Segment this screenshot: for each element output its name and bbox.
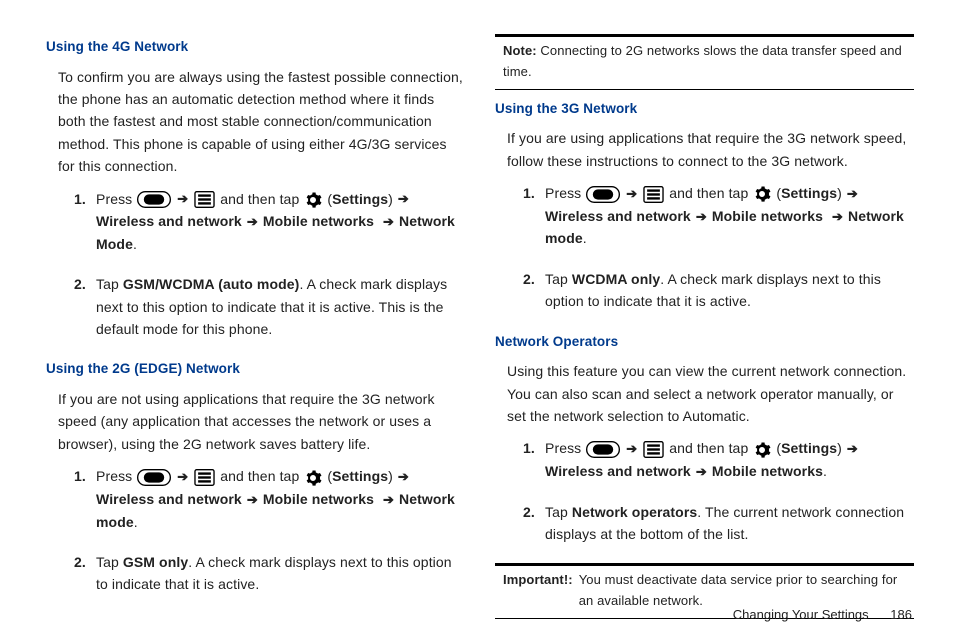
arrow-icon: ➔ [832,207,843,228]
mode-label: GSM only [123,554,188,570]
text: Press [545,185,585,201]
text: Tap [96,276,123,292]
mode-label: WCDMA only [572,271,660,287]
home-key-icon [586,186,620,203]
menu-key-icon [194,191,215,208]
gear-icon [753,185,771,203]
wireless-label: Wireless and network [96,213,242,229]
text: Press [96,191,136,207]
netops-label: Network operators [572,504,697,520]
home-key-icon [586,441,620,458]
text: Tap [545,504,572,520]
mobile-label: Mobile networks [263,213,374,229]
text: ) [388,468,397,484]
text: ) [837,440,846,456]
rule [495,34,914,37]
settings-label: Settings [781,440,837,456]
arrow-icon: ➔ [847,184,858,205]
menu-key-icon [194,469,215,486]
text: and then tap [669,185,752,201]
mobile-label: Mobile networks [712,208,823,224]
rule [495,563,914,566]
heading-3g: Using the 3G Network [495,98,914,120]
rule [495,89,914,90]
gear-icon [304,191,322,209]
left-column: Using the 4G Network To confirm you are … [46,30,465,627]
text: and then tap [220,468,303,484]
mobile-label: Mobile networks [263,491,374,507]
step-3g-2: Tap WCDMA only. A check mark displays ne… [523,268,914,313]
arrow-icon: ➔ [383,490,394,511]
text: Connecting to 2G networks slows the data… [503,43,902,79]
text: . [134,514,138,530]
step-netops-2: Tap Network operators. The current netwo… [523,501,914,546]
para-netops: Using this feature you can view the curr… [507,360,914,427]
text: and then tap [669,440,752,456]
step-4g-1: Press ➔ and then tap (Settings) ➔ Wirele… [74,188,465,256]
arrow-icon: ➔ [626,439,637,460]
step-netops-1: Press ➔ and then tap (Settings) ➔ Wirele… [523,437,914,482]
home-key-icon [137,469,171,486]
menu-key-icon [643,441,664,458]
home-key-icon [137,191,171,208]
settings-label: Settings [332,468,388,484]
step-3g-1: Press ➔ and then tap (Settings) ➔ Wirele… [523,182,914,250]
arrow-icon: ➔ [398,467,409,488]
heading-netops: Network Operators [495,331,914,353]
important-label: Important!: [503,570,573,612]
text: . [823,463,827,479]
note-text: Note: Connecting to 2G networks slows th… [495,39,914,87]
wireless-label: Wireless and network [545,463,691,479]
text: and then tap [220,191,303,207]
text: Tap [96,554,123,570]
chapter-title: Changing Your Settings [733,607,869,622]
note-label: Note: [503,43,537,58]
settings-label: Settings [781,185,837,201]
steps-4g: Press ➔ and then tap (Settings) ➔ Wirele… [46,188,465,341]
para-3g: If you are using applications that requi… [507,127,914,172]
right-column: Note: Connecting to 2G networks slows th… [495,30,914,627]
wireless-label: Wireless and network [96,491,242,507]
heading-4g: Using the 4G Network [46,36,465,58]
step-2g-1: Press ➔ and then tap (Settings) ➔ Wirele… [74,465,465,533]
arrow-icon: ➔ [177,189,188,210]
page-number: 186 [890,607,912,622]
steps-netops: Press ➔ and then tap (Settings) ➔ Wirele… [495,437,914,545]
text: ) [388,191,397,207]
text: . [133,236,137,252]
step-4g-2: Tap GSM/WCDMA (auto mode). A check mark … [74,273,465,340]
mobile-label: Mobile networks [712,463,823,479]
text: . [583,230,587,246]
step-2g-2: Tap GSM only. A check mark displays next… [74,551,465,596]
page-footer: Changing Your Settings 186 [733,607,912,622]
gear-icon [753,441,771,459]
text: ) [837,185,846,201]
steps-2g: Press ➔ and then tap (Settings) ➔ Wirele… [46,465,465,596]
heading-2g: Using the 2G (EDGE) Network [46,358,465,380]
arrow-icon: ➔ [626,184,637,205]
arrow-icon: ➔ [383,212,394,233]
arrow-icon: ➔ [398,189,409,210]
gear-icon [304,469,322,487]
text: Press [545,440,585,456]
arrow-icon: ➔ [177,467,188,488]
menu-key-icon [643,186,664,203]
para-2g: If you are not using applications that r… [58,388,465,455]
arrow-icon: ➔ [247,490,258,511]
wireless-label: Wireless and network [545,208,691,224]
arrow-icon: ➔ [847,439,858,460]
settings-label: Settings [332,191,388,207]
para-4g: To confirm you are always using the fast… [58,66,465,178]
text: Press [96,468,136,484]
arrow-icon: ➔ [696,462,707,483]
mode-label: GSM/WCDMA (auto mode) [123,276,300,292]
arrow-icon: ➔ [696,207,707,228]
page: Using the 4G Network To confirm you are … [0,0,954,637]
text: Tap [545,271,572,287]
arrow-icon: ➔ [247,212,258,233]
text: You must deactivate data service prior t… [579,570,914,612]
steps-3g: Press ➔ and then tap (Settings) ➔ Wirele… [495,182,914,313]
note-block: Note: Connecting to 2G networks slows th… [495,34,914,90]
